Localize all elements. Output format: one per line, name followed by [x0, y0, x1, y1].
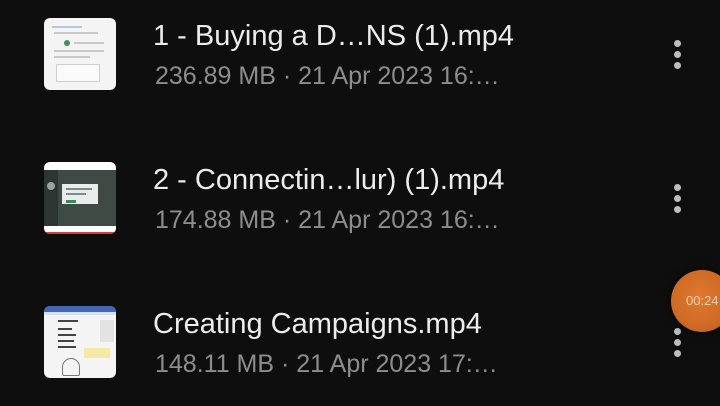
file-name[interactable]: 2 - Connectin…lur) (1).mp4: [153, 162, 504, 198]
more-vertical-icon: [673, 205, 681, 213]
more-vertical-icon: [673, 50, 681, 58]
file-row[interactable]: 2 - Connectin…lur) (1).mp4 174.88 MB · 2…: [0, 144, 720, 254]
thumb-text-line: [54, 50, 104, 52]
more-options-button[interactable]: [662, 178, 692, 218]
thumb-header-line: [52, 26, 82, 28]
file-name[interactable]: Creating Campaigns.mp4: [153, 306, 482, 342]
thumb-text-line: [74, 42, 104, 44]
thumb-highlight: [84, 348, 110, 358]
more-options-button[interactable]: [662, 34, 692, 74]
video-thumbnail-icon[interactable]: [44, 306, 116, 378]
more-vertical-icon: [673, 349, 681, 357]
thumb-text-line: [54, 32, 98, 34]
more-vertical-icon: [673, 194, 681, 202]
video-thumbnail-icon[interactable]: [44, 18, 116, 90]
thumb-column: [100, 320, 114, 342]
file-row[interactable]: 1 - Buying a D…NS (1).mp4 236.89 MB · 21…: [0, 0, 720, 110]
more-vertical-icon: [673, 183, 681, 191]
thumb-marker: [64, 40, 70, 46]
thumb-button: [66, 200, 76, 203]
thumb-text-line: [58, 340, 74, 342]
video-thumbnail-icon[interactable]: [44, 162, 116, 234]
more-vertical-icon: [673, 39, 681, 47]
file-meta: 174.88 MB · 21 Apr 2023 16:…: [155, 206, 500, 234]
more-vertical-icon: [673, 327, 681, 335]
more-vertical-icon: [673, 61, 681, 69]
file-name[interactable]: 1 - Buying a D…NS (1).mp4: [153, 18, 514, 54]
file-list: 1 - Buying a D…NS (1).mp4 236.89 MB · 21…: [0, 0, 720, 406]
timer-label: 00:24: [686, 293, 719, 308]
thumb-text-line: [58, 346, 76, 348]
more-vertical-icon: [673, 338, 681, 346]
thumb-text-line: [54, 56, 90, 58]
file-meta: 148.11 MB · 21 Apr 2023 17:…: [155, 350, 498, 378]
thumb-figure: [62, 358, 80, 376]
thumb-text-line: [58, 320, 78, 322]
thumb-text-line: [66, 193, 86, 195]
thumb-topbar: [44, 162, 116, 170]
thumb-progress: [44, 232, 116, 234]
thumb-avatar: [47, 182, 55, 190]
thumb-text-line: [58, 334, 76, 336]
thumb-box: [56, 64, 100, 82]
file-row[interactable]: Creating Campaigns.mp4 148.11 MB · 21 Ap…: [0, 288, 720, 398]
thumb-text-line: [66, 188, 92, 190]
thumb-text-line: [58, 328, 72, 330]
thumb-sidebar: [44, 170, 58, 226]
file-meta: 236.89 MB · 21 Apr 2023 16:…: [155, 62, 500, 90]
thumb-subheader: [44, 312, 116, 315]
